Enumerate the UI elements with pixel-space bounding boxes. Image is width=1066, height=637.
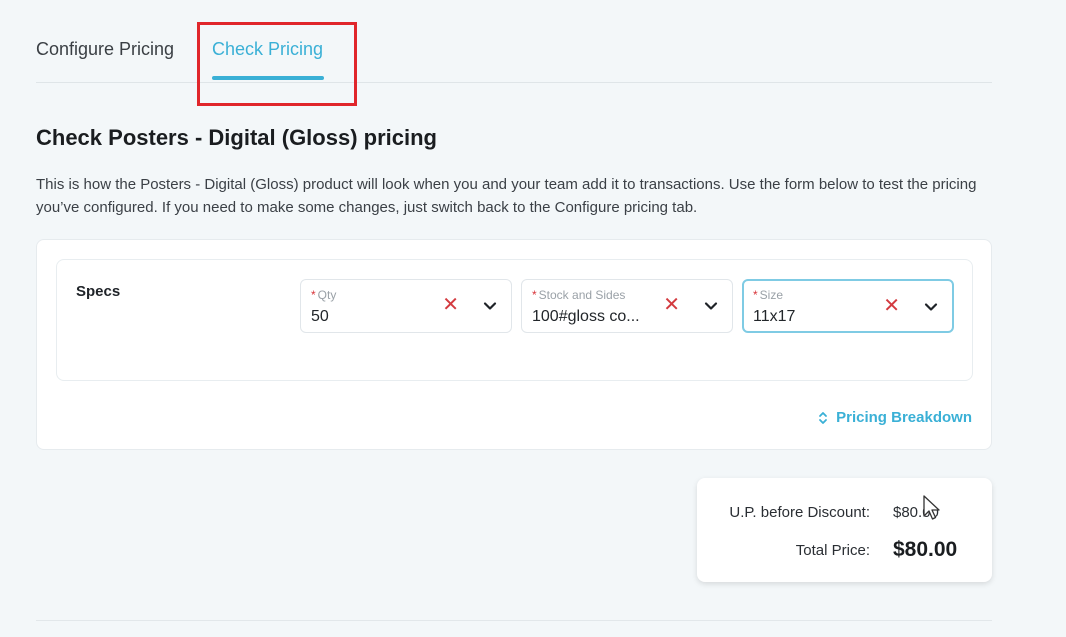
size-label: * Size (753, 288, 783, 302)
page-description: This is how the Posters - Digital (Gloss… (36, 176, 977, 216)
divider (36, 620, 992, 621)
stock-and-sides-value: 100#gloss co... (532, 308, 640, 325)
stock-and-sides-label: * Stock and Sides (532, 288, 625, 302)
x-icon[interactable]: ✕ (883, 296, 900, 316)
chevron-down-icon[interactable] (481, 297, 499, 315)
qty-select[interactable]: * Qty 50 ✕ (300, 279, 512, 333)
qty-value: 50 (311, 308, 329, 325)
pricing-form-card: Specs * Qty 50 ✕ * Stock and Sides 100#glo… (36, 239, 992, 450)
required-marker: * (753, 288, 758, 302)
specs-label: Specs (76, 283, 121, 300)
chevron-down-icon[interactable] (922, 298, 940, 316)
x-icon[interactable]: ✕ (442, 295, 459, 315)
size-value: 11x17 (753, 308, 796, 325)
size-label-text: Size (759, 288, 784, 302)
check-pricing-page: Configure Pricing Check Pricing Check Po… (0, 0, 1066, 637)
tab-bar: Configure Pricing Check Pricing (36, 0, 992, 83)
total-price-value: $80.00 (893, 538, 958, 561)
page-title: Check Posters - Digital (Gloss) pricing (36, 125, 437, 150)
pricing-breakdown-toggle[interactable]: Pricing Breakdown (818, 409, 972, 426)
size-select[interactable]: * Size 11x17 ✕ (742, 279, 954, 333)
sort-icon (819, 411, 828, 424)
x-icon[interactable]: ✕ (663, 295, 680, 315)
cursor-icon (923, 495, 940, 520)
qty-label-text: Qty (317, 288, 337, 302)
tab-highlight-annotation (197, 22, 357, 106)
chevron-down-icon[interactable] (702, 297, 720, 315)
specs-section: Specs * Qty 50 ✕ * Stock and Sides 100#glo… (56, 259, 973, 381)
tab-configure-pricing[interactable]: Configure Pricing (36, 39, 174, 60)
price-summary-card: U.P. before Discount: $80.00 Total Price… (697, 478, 992, 582)
qty-label: * Qty (311, 288, 336, 302)
pricing-breakdown-label: Pricing Breakdown (836, 409, 972, 426)
required-marker: * (311, 288, 316, 302)
stock-and-sides-select[interactable]: * Stock and Sides 100#gloss co... ✕ (521, 279, 733, 333)
stock-and-sides-label-text: Stock and Sides (538, 288, 626, 302)
total-price-label: Total Price: (795, 542, 870, 559)
unit-price-label: U.P. before Discount: (729, 504, 870, 521)
required-marker: * (532, 288, 537, 302)
